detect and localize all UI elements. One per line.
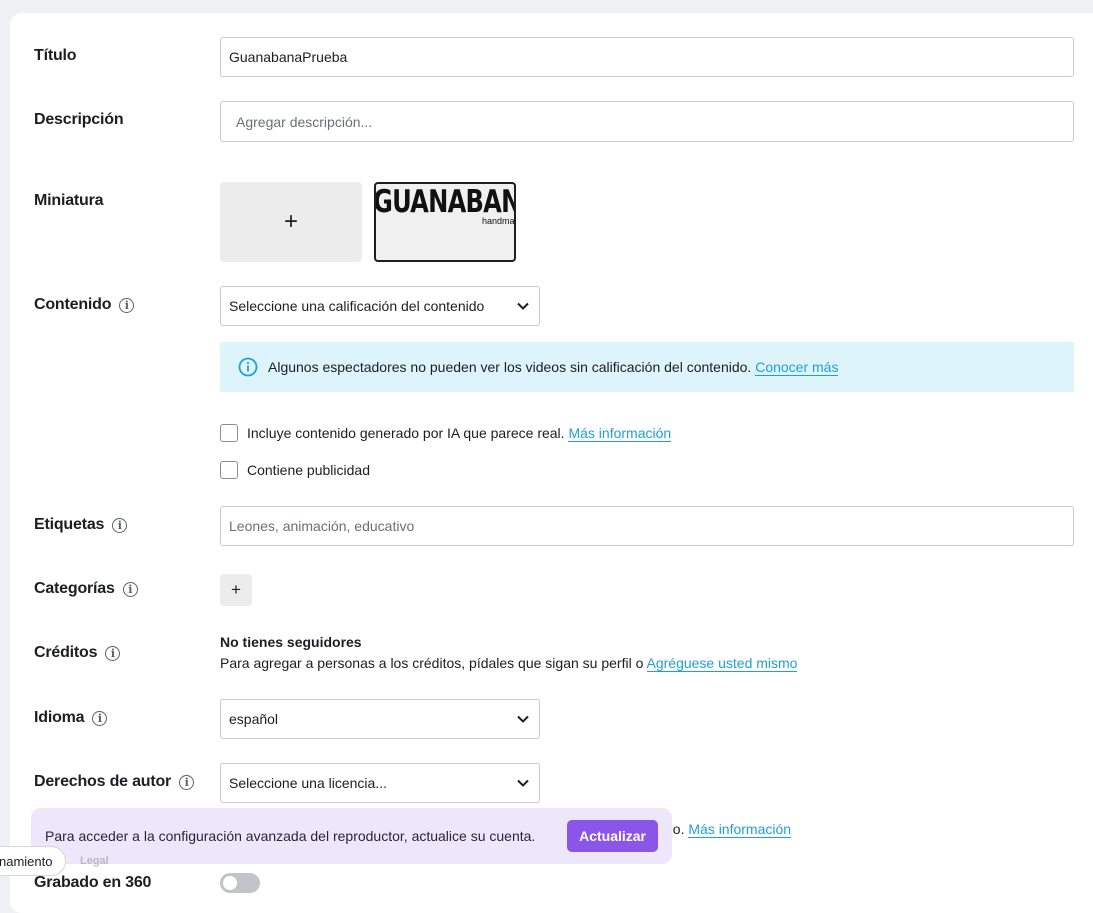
add-thumbnail-button[interactable]: + [220, 182, 362, 262]
plus-icon: + [231, 580, 241, 599]
language-label: Idioma i [34, 709, 108, 727]
upgrade-banner: Para acceder a la configuración avanzada… [31, 808, 672, 864]
license-select[interactable]: Seleccione una licencia... [220, 763, 540, 803]
content-rating-select[interactable]: Seleccione una calificación del contenid… [220, 286, 540, 326]
description-label: Descripción [34, 111, 124, 128]
footer-pill[interactable]: namiento [0, 846, 67, 876]
content-rating-notice: Algunos espectadores no pueden ver los v… [220, 342, 1074, 392]
tags-input[interactable]: Leones, animación, educativo [220, 506, 1074, 546]
info-icon[interactable]: i [92, 710, 108, 726]
toggle-knob [223, 876, 237, 890]
categories-label: Categorías i [34, 580, 138, 598]
description-input[interactable]: Agregar descripción... [220, 101, 1074, 142]
chevron-down-icon [517, 779, 529, 787]
license-more-info-link[interactable]: Más información [688, 821, 792, 838]
info-icon[interactable]: i [119, 297, 135, 313]
legal-link[interactable]: Legal [80, 855, 109, 867]
ai-content-checkbox[interactable] [220, 424, 238, 442]
info-icon[interactable]: i [179, 774, 195, 790]
chevron-down-icon [517, 715, 529, 723]
learn-more-link[interactable]: Conocer más [755, 359, 839, 376]
recorded-360-toggle[interactable] [220, 873, 260, 893]
add-category-button[interactable]: + [220, 574, 252, 606]
title-input[interactable]: GuanabanaPrueba [220, 37, 1074, 77]
credits-label: Créditos i [34, 644, 121, 662]
info-icon[interactable]: i [105, 645, 121, 661]
thumbnail-label: Miniatura [34, 192, 104, 209]
ai-more-info-link[interactable]: Más información [568, 425, 672, 442]
language-select[interactable]: español [220, 699, 540, 739]
thumbnail-image-text: GUANABANA [374, 184, 514, 220]
license-help-text: eo. Más información [665, 821, 792, 838]
copyright-label: Derechos de autor i [34, 773, 195, 791]
upgrade-button[interactable]: Actualizar [567, 820, 658, 852]
chevron-down-icon [517, 302, 529, 310]
credits-title: No tienes seguidores [220, 634, 362, 650]
thumbnail-image-subtext: handmade [482, 216, 515, 226]
thumbnail-image-selected[interactable]: GUANABANA handmade [374, 182, 516, 262]
add-yourself-link[interactable]: Agréguese usted mismo [646, 655, 798, 672]
info-circle-icon [238, 357, 258, 377]
credits-text: Para agregar a personas a los créditos, … [220, 655, 798, 672]
tags-label: Etiquetas i [34, 516, 128, 534]
ads-checkbox-row: Contiene publicidad [220, 461, 370, 479]
info-icon[interactable]: i [112, 517, 128, 533]
ai-content-checkbox-row: Incluye contenido generado por IA que pa… [220, 424, 672, 442]
ads-checkbox[interactable] [220, 461, 238, 479]
title-label: Título [34, 47, 77, 64]
recorded-360-label: Grabado en 360 [34, 874, 152, 891]
info-icon[interactable]: i [122, 581, 138, 597]
content-label: Contenido i [34, 296, 135, 314]
plus-icon: + [283, 208, 298, 235]
